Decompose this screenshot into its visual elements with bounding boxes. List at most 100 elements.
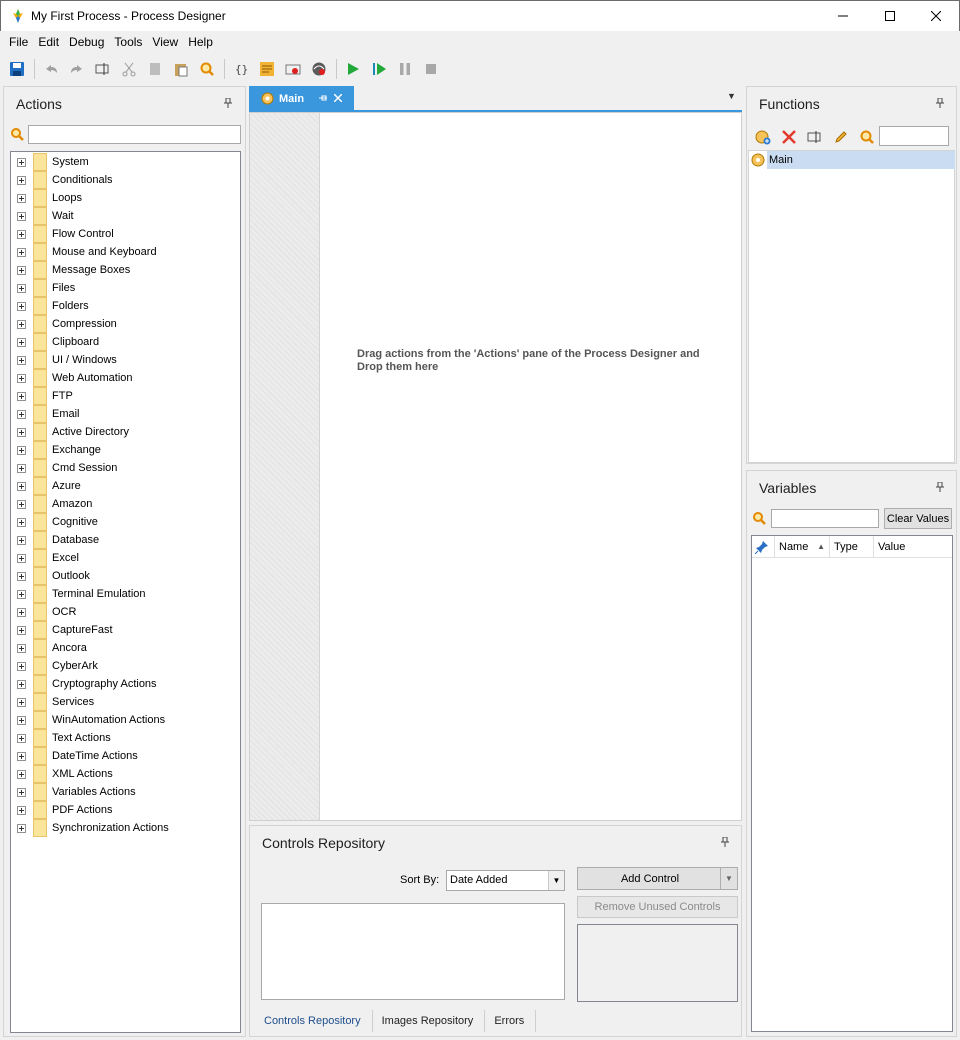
notes-button[interactable] [256, 58, 278, 80]
menu-debug[interactable]: Debug [64, 31, 109, 53]
tree-item[interactable]: Text Actions [11, 729, 240, 747]
expand-icon[interactable] [17, 661, 26, 671]
tree-item[interactable]: Services [11, 693, 240, 711]
tree-item[interactable]: Active Directory [11, 423, 240, 441]
tree-item[interactable]: Cognitive [11, 513, 240, 531]
expand-icon[interactable] [17, 481, 26, 491]
tree-item[interactable]: CaptureFast [11, 621, 240, 639]
expand-icon[interactable] [17, 409, 26, 419]
tab-controls-repository[interactable]: Controls Repository [255, 1010, 373, 1032]
pause-button[interactable] [394, 58, 416, 80]
expand-icon[interactable] [17, 589, 26, 599]
pin-column-header[interactable] [752, 536, 775, 558]
expand-icon[interactable] [17, 535, 26, 545]
tree-item[interactable]: Clipboard [11, 333, 240, 351]
tree-item[interactable]: Mouse and Keyboard [11, 243, 240, 261]
record-button[interactable] [282, 58, 304, 80]
edit-function-button[interactable] [831, 127, 851, 147]
redo-button[interactable] [66, 58, 88, 80]
menu-tools[interactable]: Tools [109, 31, 147, 53]
expand-icon[interactable] [17, 823, 26, 833]
tree-item[interactable]: Variables Actions [11, 783, 240, 801]
add-control-button[interactable]: Add Control ▼ [577, 867, 738, 890]
tree-item[interactable]: Amazon [11, 495, 240, 513]
maximize-button[interactable] [867, 1, 913, 31]
rename-button[interactable] [92, 58, 114, 80]
column-header-type[interactable]: Type [830, 536, 874, 558]
expand-icon[interactable] [17, 319, 26, 329]
tree-item[interactable]: Loops [11, 189, 240, 207]
tab-main[interactable]: Main [249, 86, 354, 111]
designer-canvas[interactable]: Drag actions from the 'Actions' pane of … [249, 112, 742, 821]
tab-errors[interactable]: Errors [485, 1010, 537, 1032]
expand-icon[interactable] [17, 571, 26, 581]
tree-item[interactable]: Files [11, 279, 240, 297]
variables-grid[interactable]: Name ▲ Type Value [751, 535, 953, 1032]
controls-list[interactable] [261, 903, 565, 1000]
paste-button[interactable] [170, 58, 192, 80]
expand-icon[interactable] [17, 355, 26, 365]
run-next-button[interactable] [368, 58, 390, 80]
expand-icon[interactable] [17, 553, 26, 563]
tree-item[interactable]: Message Boxes [11, 261, 240, 279]
expand-icon[interactable] [17, 625, 26, 635]
actions-search-input[interactable] [28, 125, 241, 144]
expand-icon[interactable] [17, 751, 26, 761]
pin-icon[interactable] [721, 836, 729, 850]
tree-item[interactable]: Cmd Session [11, 459, 240, 477]
expand-icon[interactable] [17, 733, 26, 743]
variables-button[interactable]: {} [230, 58, 252, 80]
column-header-name[interactable]: Name ▲ [775, 536, 830, 558]
tree-item[interactable]: Outlook [11, 567, 240, 585]
list-item[interactable]: Main [749, 151, 955, 169]
expand-icon[interactable] [17, 283, 26, 293]
expand-icon[interactable] [17, 157, 26, 167]
expand-icon[interactable] [17, 175, 26, 185]
tab-pin-icon[interactable] [319, 94, 328, 104]
tree-item[interactable]: Web Automation [11, 369, 240, 387]
expand-icon[interactable] [17, 697, 26, 707]
delete-function-button[interactable] [779, 127, 799, 147]
tab-dropdown-icon[interactable]: ▼ [727, 91, 736, 101]
expand-icon[interactable] [17, 787, 26, 797]
cut-button[interactable] [118, 58, 140, 80]
tree-item[interactable]: Email [11, 405, 240, 423]
tree-item[interactable]: Folders [11, 297, 240, 315]
actions-tree[interactable]: System Conditionals Loops Wait Flow Control M… [10, 151, 241, 1033]
expand-icon[interactable] [17, 211, 26, 221]
remove-unused-controls-button[interactable]: Remove Unused Controls [577, 896, 738, 918]
expand-icon[interactable] [17, 445, 26, 455]
copy-button[interactable] [144, 58, 166, 80]
tree-item[interactable]: WinAutomation Actions [11, 711, 240, 729]
expand-icon[interactable] [17, 805, 26, 815]
tree-item[interactable]: Excel [11, 549, 240, 567]
tree-item[interactable]: System [11, 153, 240, 171]
tree-item[interactable]: Cryptography Actions [11, 675, 240, 693]
expand-icon[interactable] [17, 391, 26, 401]
expand-icon[interactable] [17, 229, 26, 239]
run-button[interactable] [342, 58, 364, 80]
functions-search-input[interactable] [879, 126, 949, 146]
tree-item[interactable]: Wait [11, 207, 240, 225]
web-recorder-button[interactable] [308, 58, 330, 80]
pin-icon[interactable] [936, 97, 944, 111]
expand-icon[interactable] [17, 337, 26, 347]
column-header-value[interactable]: Value [874, 536, 952, 558]
menu-file[interactable]: File [4, 31, 33, 53]
pin-icon[interactable] [936, 481, 944, 495]
tree-item[interactable]: CyberArk [11, 657, 240, 675]
expand-icon[interactable] [17, 265, 26, 275]
chevron-down-icon[interactable]: ▼ [720, 868, 737, 889]
tree-item[interactable]: PDF Actions [11, 801, 240, 819]
tree-item[interactable]: Terminal Emulation [11, 585, 240, 603]
rename-function-button[interactable] [805, 127, 825, 147]
find-function-button[interactable] [857, 127, 877, 147]
close-button[interactable] [913, 1, 959, 31]
menu-view[interactable]: View [147, 31, 183, 53]
expand-icon[interactable] [17, 499, 26, 509]
variables-search-input[interactable] [771, 509, 879, 528]
tree-item[interactable]: Flow Control [11, 225, 240, 243]
minimize-button[interactable] [820, 1, 866, 31]
expand-icon[interactable] [17, 715, 26, 725]
tab-images-repository[interactable]: Images Repository [373, 1010, 486, 1032]
